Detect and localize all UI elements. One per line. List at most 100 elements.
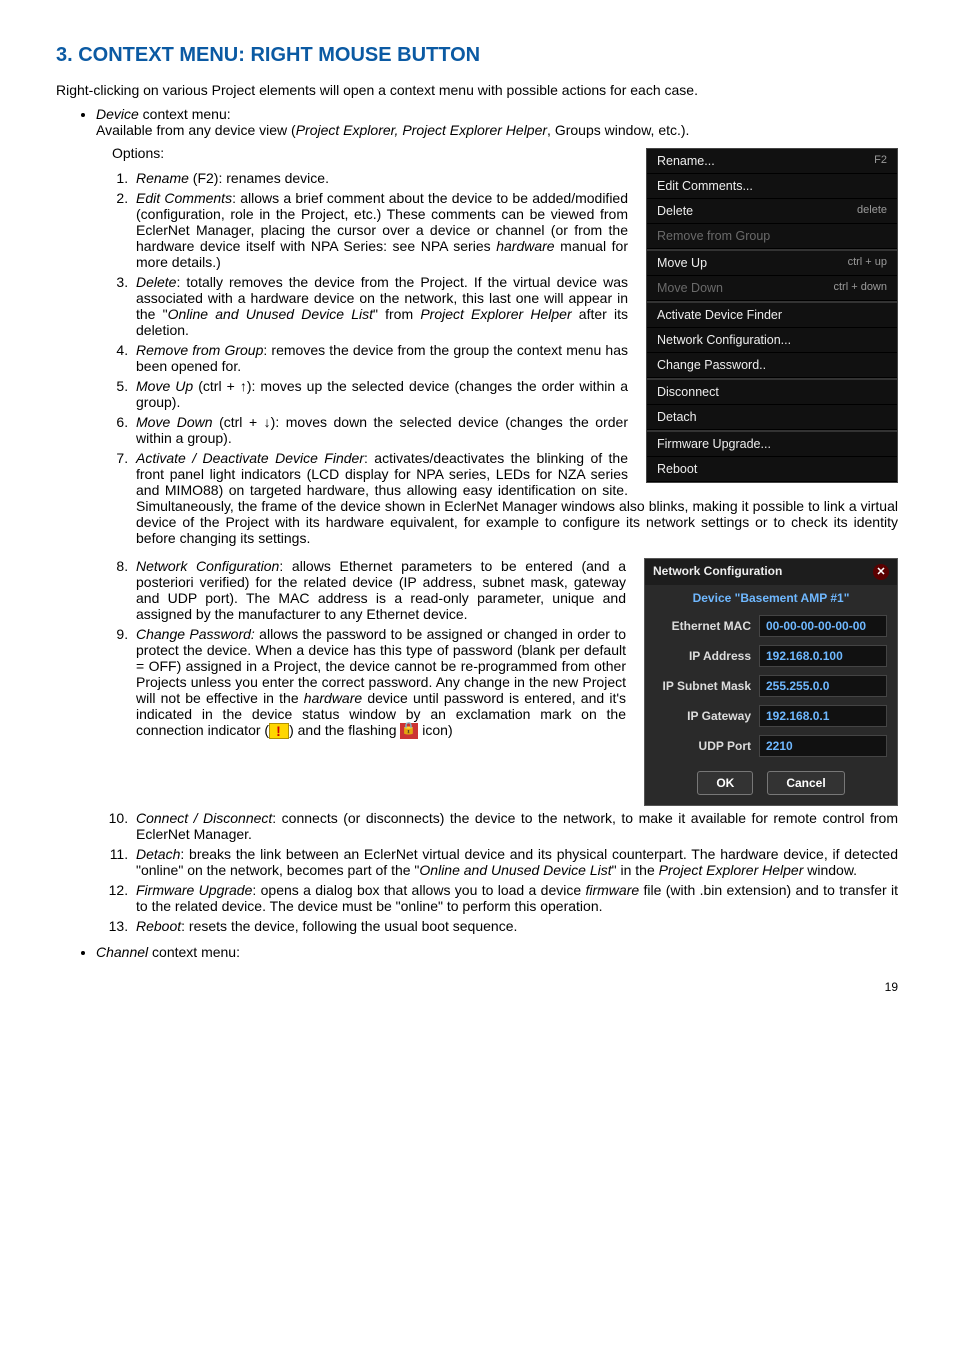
text-italic: Network Configuration (136, 558, 279, 574)
text-italic: Change Password: (136, 626, 255, 642)
text: : opens a dialog box that allows you to … (252, 882, 585, 898)
menu-label: Detach (657, 410, 697, 424)
text-italic: Project Explorer Helper (659, 862, 804, 878)
menu-label: Reboot (657, 462, 697, 476)
text: : resets the device, following the usual… (181, 918, 517, 934)
menu-item-move-down: Move Down ctrl + down (647, 276, 897, 301)
menu-label: Change Password.. (657, 358, 766, 372)
menu-item-edit-comments[interactable]: Edit Comments... (647, 174, 897, 199)
text-italic: Project Explorer Helper (420, 306, 571, 322)
text-italic: Firmware Upgrade (136, 882, 252, 898)
menu-item-activate-finder[interactable]: Activate Device Finder (647, 303, 897, 328)
table-row: IP Address 192.168.0.100 (645, 641, 897, 671)
port-label: UDP Port (655, 739, 751, 753)
text-italic: hardware (496, 238, 554, 254)
text-italic: hardware (304, 690, 362, 706)
text: (F2): renames device. (189, 170, 329, 186)
page-title: 3. CONTEXT MENU: RIGHT MOUSE BUTTON (56, 44, 898, 67)
text-italic: Online and Unused Device List (168, 306, 373, 322)
network-configuration-dialog: Network Configuration ✕ Device "Basement… (644, 558, 898, 806)
shortcut-label: delete (857, 204, 887, 218)
menu-item-change-password[interactable]: Change Password.. (647, 353, 897, 378)
list-item: Detach: breaks the link between an Ecler… (132, 846, 898, 882)
menu-label: Move Down (657, 281, 723, 295)
menu-label: Firmware Upgrade... (657, 437, 771, 451)
table-row: Ethernet MAC 00-00-00-00-00-00 (645, 611, 897, 641)
menu-item-firmware-upgrade[interactable]: Firmware Upgrade... (647, 432, 897, 457)
text-italic: Online and Unused Device List (419, 862, 611, 878)
list-item: Firmware Upgrade: opens a dialog box tha… (132, 882, 898, 918)
menu-item-remove-from-group: Remove from Group (647, 224, 897, 249)
menu-item-detach[interactable]: Detach (647, 405, 897, 430)
text-italic: Rename (136, 170, 189, 186)
table-row: IP Gateway 192.168.0.1 (645, 701, 897, 731)
menu-label: Disconnect (657, 385, 719, 399)
gateway-label: IP Gateway (655, 709, 751, 723)
menu-item-move-up[interactable]: Move Up ctrl + up (647, 251, 897, 276)
text-italic: Detach (136, 846, 180, 862)
list-item: Connect / Disconnect: connects (or disco… (132, 810, 898, 846)
text-italic: Project Explorer, Project Explorer Helpe… (296, 122, 547, 138)
dialog-titlebar: Network Configuration ✕ (645, 559, 897, 585)
menu-label: Move Up (657, 256, 707, 270)
text: Available from any device view ( (96, 122, 296, 138)
ip-address-field[interactable]: 192.168.0.100 (759, 645, 887, 667)
lock-icon (400, 723, 418, 739)
menu-label: Remove from Group (657, 229, 770, 243)
shortcut-label: ctrl + up (848, 256, 887, 270)
menu-item-network-config[interactable]: Network Configuration... (647, 328, 897, 353)
menu-item-delete[interactable]: Delete delete (647, 199, 897, 224)
menu-item-disconnect[interactable]: Disconnect (647, 380, 897, 405)
table-row: UDP Port 2210 (645, 731, 897, 761)
menu-label: Rename... (657, 154, 715, 168)
cancel-button[interactable]: Cancel (767, 771, 844, 795)
gateway-field[interactable]: 192.168.0.1 (759, 705, 887, 727)
shortcut-label: ctrl + down (834, 281, 888, 295)
menu-item-reboot[interactable]: Reboot (647, 457, 897, 482)
channel-italic: Channel (96, 944, 148, 960)
text: context menu: (139, 106, 231, 122)
close-icon[interactable]: ✕ (873, 564, 889, 580)
intro-paragraph: Right-clicking on various Project elemen… (56, 81, 898, 100)
list-item: Device context menu: Available from any … (96, 106, 898, 138)
device-context-menu: Rename... F2 Edit Comments... Delete delet… (646, 148, 898, 483)
text-italic: Move Down (136, 414, 213, 430)
page-number: 19 (56, 980, 898, 994)
menu-label: Network Configuration... (657, 333, 791, 347)
text-italic: Delete (136, 274, 176, 290)
text: window. (803, 862, 857, 878)
dialog-title: Network Configuration (653, 564, 782, 580)
mac-label: Ethernet MAC (655, 619, 751, 633)
text-italic: Move Up (136, 378, 193, 394)
text-italic: Reboot (136, 918, 181, 934)
text: , Groups window, etc.). (547, 122, 689, 138)
text: context menu: (148, 944, 240, 960)
text: (ctrl + ↑): moves up the selected device… (136, 378, 628, 410)
menu-label: Delete (657, 204, 693, 218)
list-item: Reboot: resets the device, following the… (132, 918, 898, 938)
shortcut-label: F2 (874, 154, 887, 168)
ok-button[interactable]: OK (697, 771, 753, 795)
text-italic: Connect / Disconnect (136, 810, 272, 826)
text: icon) (418, 722, 452, 738)
menu-item-rename[interactable]: Rename... F2 (647, 149, 897, 174)
mac-value: 00-00-00-00-00-00 (759, 615, 887, 637)
text-italic: firmware (585, 882, 639, 898)
udp-port-field[interactable]: 2210 (759, 735, 887, 757)
text-italic: Edit Comments (136, 190, 232, 206)
menu-label: Edit Comments... (657, 179, 753, 193)
text-italic: Activate / Deactivate Device Finder (136, 450, 364, 466)
menu-label: Activate Device Finder (657, 308, 782, 322)
table-row: IP Subnet Mask 255.255.0.0 (645, 671, 897, 701)
warning-icon (269, 723, 289, 739)
mask-label: IP Subnet Mask (655, 679, 751, 693)
text-italic: Remove from Group (136, 342, 263, 358)
device-name-label: Device "Basement AMP #1" (645, 585, 897, 611)
text: " in the (612, 862, 659, 878)
text: " from (373, 306, 420, 322)
list-item: Channel context menu: (96, 944, 898, 960)
subnet-mask-field[interactable]: 255.255.0.0 (759, 675, 887, 697)
device-italic: Device (96, 106, 139, 122)
ip-label: IP Address (655, 649, 751, 663)
text: ) and the flashing (289, 722, 400, 738)
